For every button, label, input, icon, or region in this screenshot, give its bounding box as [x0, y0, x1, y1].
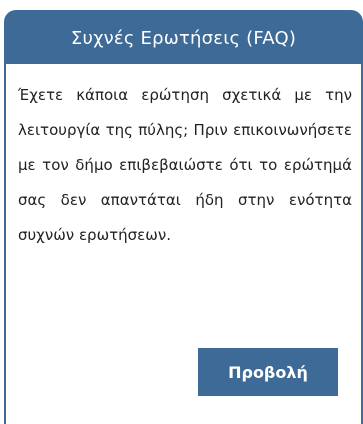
faq-title: Συχνές Ερωτήσεις (FAQ) [70, 27, 297, 49]
faq-widget: Συχνές Ερωτήσεις (FAQ) Έχετε κάποια ερώτ… [0, 0, 363, 424]
view-faq-button[interactable]: Προβολή [198, 348, 338, 396]
faq-panel: Έχετε κάποια ερώτηση σχετικά με την λειτ… [4, 64, 363, 424]
faq-description: Έχετε κάποια ερώτηση σχετικά με την λειτ… [18, 86, 352, 244]
faq-header: Συχνές Ερωτήσεις (FAQ) [4, 10, 363, 64]
